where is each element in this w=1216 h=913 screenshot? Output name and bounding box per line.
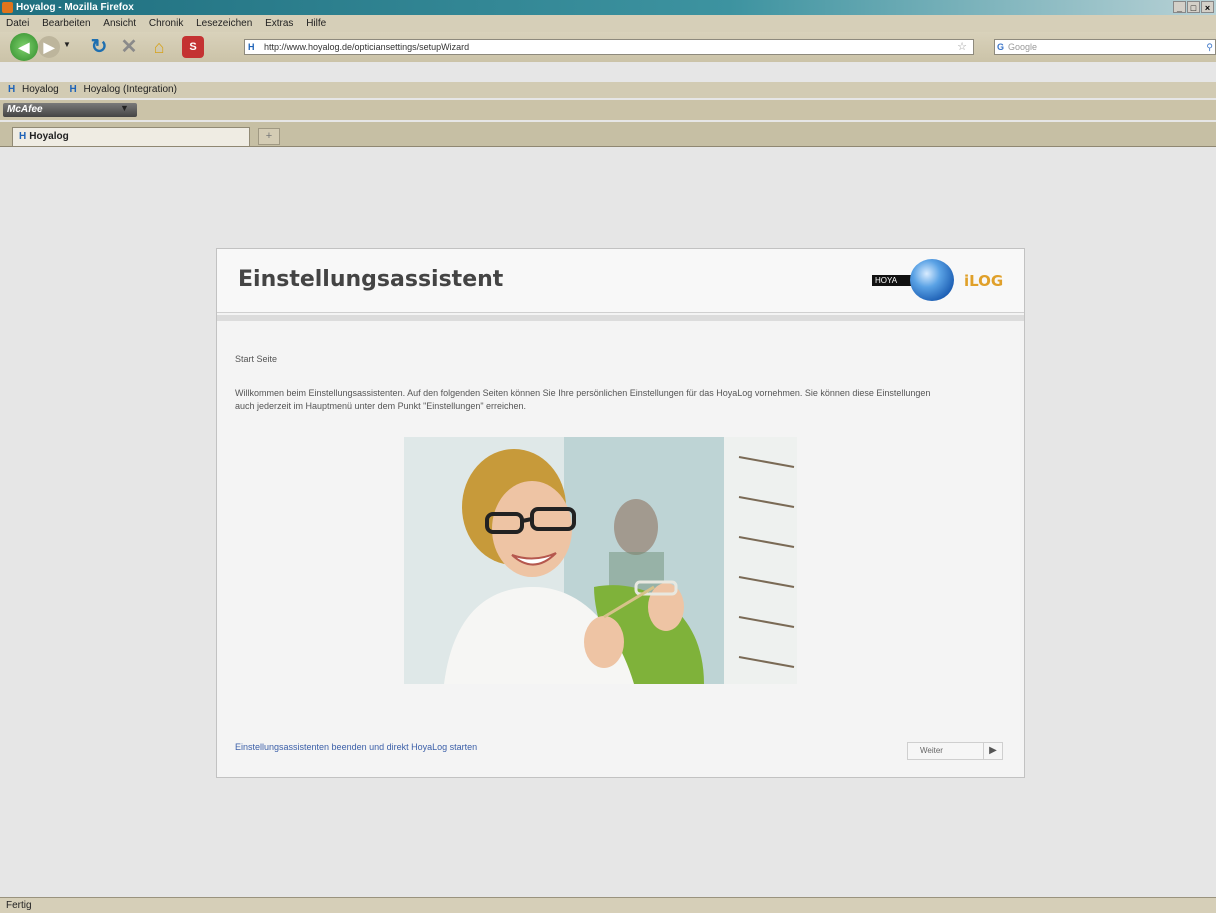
bookmark-label: Hoyalog (Integration) — [83, 84, 177, 95]
menu-hilfe[interactable]: Hilfe — [306, 18, 326, 29]
tab-bar: H Hoyalog + — [0, 122, 1216, 147]
back-button[interactable]: ◀ — [10, 33, 38, 61]
hoyalog-favicon-icon: H — [8, 84, 16, 95]
new-tab-button[interactable]: + — [258, 128, 280, 145]
maximize-button[interactable]: □ — [1187, 1, 1200, 13]
intro-text: Willkommen beim Einstellungsassistenten.… — [235, 388, 931, 411]
bookmark-label: Hoyalog — [22, 84, 59, 95]
mcafee-label: McAfee — [7, 104, 43, 115]
arrow-right-icon: ▶ — [983, 742, 1002, 760]
stop-button[interactable]: ✕ — [118, 36, 140, 58]
minimize-button[interactable]: _ — [1173, 1, 1186, 13]
menu-ansicht[interactable]: Ansicht — [103, 18, 136, 29]
globe-icon — [910, 259, 954, 301]
hoyalog-favicon-icon: H — [69, 84, 77, 95]
setup-wizard-panel: Einstellungsassistent HOYA iLOG Start Se… — [216, 248, 1025, 778]
page-title: Einstellungsassistent — [238, 267, 504, 292]
next-button[interactable]: Weiter ▶ — [907, 742, 1003, 760]
menu-chronik[interactable]: Chronik — [149, 18, 183, 29]
menu-bearbeiten[interactable]: Bearbeiten — [42, 18, 90, 29]
mcafee-toolbar: McAfee ▼ — [0, 100, 1216, 120]
menu-bar: Datei Bearbeiten Ansicht Chronik Lesezei… — [0, 15, 1216, 32]
menu-datei[interactable]: Datei — [6, 18, 29, 29]
forward-button[interactable]: ▶ — [38, 36, 60, 58]
window-controls: _ □ × — [1173, 1, 1214, 13]
status-bar: Fertig — [0, 897, 1216, 913]
url-text: http://www.hoyalog.de/opticiansettings/s… — [264, 42, 470, 52]
hoya-ilog-logo: HOYA iLOG — [872, 255, 1012, 305]
mcafee-dropdown-icon[interactable]: ▼ — [120, 103, 129, 113]
wizard-header: Einstellungsassistent HOYA iLOG — [217, 249, 1024, 313]
next-button-label: Weiter — [920, 746, 943, 755]
skip-wizard-link[interactable]: Einstellungsassistenten beenden und dire… — [235, 742, 477, 752]
mcafee-button[interactable]: McAfee — [3, 103, 137, 117]
tab-label: Hoyalog — [29, 131, 69, 142]
google-icon[interactable]: G — [997, 40, 1004, 54]
window-titlebar: Hoyalog - Mozilla Firefox _ □ × — [0, 0, 1216, 15]
window-title: Hoyalog - Mozilla Firefox — [16, 2, 134, 13]
search-icon[interactable]: ⚲ — [1206, 40, 1213, 54]
close-button[interactable]: × — [1201, 1, 1214, 13]
ilog-logo-text: iLOG — [964, 272, 1004, 290]
bookmark-hoyalog[interactable]: H Hoyalog — [4, 84, 59, 95]
home-button[interactable]: ⌂ — [148, 36, 170, 58]
hoyalog-favicon-icon: H — [19, 131, 27, 142]
search-placeholder: Google — [1008, 42, 1038, 52]
firefox-icon — [2, 2, 13, 13]
welcome-photo-illustration — [404, 437, 797, 684]
search-box[interactable]: G Google ⚲ — [994, 39, 1216, 55]
navigation-toolbar: ◀ ▶ ▼ ↻ ✕ ⌂ S Hhttp://www.hoyalog.de/opt… — [0, 32, 1216, 62]
address-bar[interactable]: Hhttp://www.hoyalog.de/opticiansettings/… — [244, 39, 974, 55]
bookmark-star-icon[interactable]: ☆ — [957, 40, 967, 54]
header-divider — [217, 315, 1024, 321]
site-favicon-icon: H — [248, 42, 255, 52]
history-dropdown-icon[interactable]: ▼ — [63, 40, 71, 49]
reload-button[interactable]: ↻ — [88, 36, 110, 58]
tab-hoyalog[interactable]: H Hoyalog — [12, 127, 250, 146]
bookmark-hoyalog-integration[interactable]: H Hoyalog (Integration) — [66, 84, 177, 95]
bookmarks-bar: H Hoyalog H Hoyalog (Integration) — [0, 82, 1216, 98]
welcome-image — [404, 437, 797, 684]
section-title: Start Seite — [235, 354, 278, 364]
menu-extras[interactable]: Extras — [265, 18, 293, 29]
menu-lesezeichen[interactable]: Lesezeichen — [196, 18, 252, 29]
status-text: Fertig — [6, 900, 32, 911]
addon-icon[interactable]: S — [182, 36, 204, 58]
